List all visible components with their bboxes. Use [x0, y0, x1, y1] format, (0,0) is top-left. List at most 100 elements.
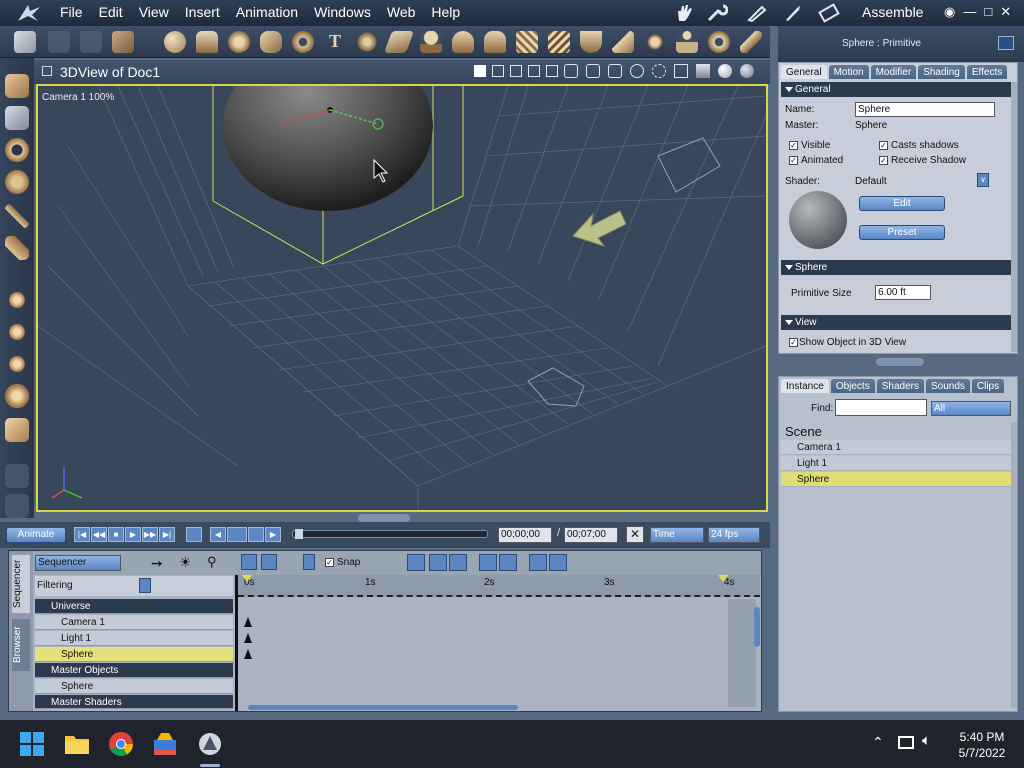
target-icon[interactable] [708, 31, 730, 53]
textured-sphere-icon[interactable] [740, 64, 754, 78]
scene-item-light-1[interactable]: Light 1 [781, 456, 1011, 471]
room-name[interactable]: Assemble [862, 4, 923, 20]
viewport-menu-icon[interactable] [42, 66, 52, 76]
zoom-icon[interactable]: ⚲ [207, 554, 217, 570]
shield-icon[interactable] [564, 64, 578, 78]
tree-icon[interactable] [420, 31, 442, 53]
scene-item-camera-1[interactable]: Camera 1 [781, 440, 1011, 455]
camera-orbit-icon[interactable] [630, 64, 644, 78]
end-marker[interactable] [718, 575, 728, 582]
particles-icon[interactable] [356, 31, 378, 53]
net-icon[interactable] [548, 31, 570, 53]
scene-item-sphere[interactable]: Sphere [781, 472, 1011, 487]
properties-scrollbar[interactable] [1011, 82, 1017, 352]
viewport-resize-handle[interactable] [358, 514, 410, 522]
eye-icon[interactable]: ◉ [944, 4, 955, 20]
quad-view-icon[interactable] [528, 65, 540, 77]
keyframe-camera[interactable] [244, 617, 252, 627]
start-marker[interactable] [242, 575, 252, 582]
tab-browser[interactable]: Browser [12, 619, 30, 671]
bowl-icon[interactable] [580, 31, 602, 53]
collapse-tracks-icon[interactable] [529, 554, 547, 571]
seq-row-camera-1[interactable]: Camera 1 [35, 615, 233, 630]
pointer-icon[interactable]: ➙ [151, 555, 163, 572]
magic-wand-icon[interactable] [14, 31, 36, 53]
text-tool-icon[interactable]: T [324, 31, 346, 53]
torus-icon[interactable] [292, 31, 314, 53]
store-icon[interactable] [151, 730, 179, 758]
panel-splitter-handle[interactable] [876, 358, 924, 366]
animate-button[interactable]: Animate [6, 527, 66, 543]
go-to-start-icon[interactable]: |◀ [74, 527, 90, 542]
file-explorer-icon[interactable] [63, 730, 91, 758]
tab-motion[interactable]: Motion [828, 65, 869, 79]
trackball-icon[interactable] [5, 384, 29, 408]
scale-icon[interactable] [5, 418, 29, 442]
chevron-up-icon[interactable]: ⌃ [872, 734, 884, 751]
time-ruler[interactable]: 0s 1s 2s 3s 4s [238, 575, 760, 597]
light-object[interactable] [572, 210, 627, 247]
menu-file[interactable]: File [52, 4, 91, 20]
smooth-sphere-icon[interactable] [718, 64, 732, 78]
wireframe-cube-icon[interactable] [674, 64, 688, 78]
scrub-thumb[interactable] [295, 529, 303, 539]
expand-tracks-icon[interactable] [549, 554, 567, 571]
scene-scrollbar[interactable] [1011, 422, 1017, 708]
split-view-icon[interactable] [492, 65, 504, 77]
brush-icon[interactable] [782, 3, 804, 23]
next-key-icon[interactable]: ▶ [265, 527, 281, 542]
animated-checkbox[interactable]: ✓ [789, 156, 798, 165]
pen-tool-icon[interactable] [5, 204, 29, 228]
tab-general[interactable]: General [781, 65, 827, 79]
tab-instance[interactable]: Instance [781, 379, 829, 393]
sequencer-mode-select[interactable]: Sequencer [35, 555, 121, 571]
fps-select[interactable]: 24 fps [708, 527, 760, 543]
cylinder-primitive-icon[interactable] [196, 31, 218, 53]
hand-icon[interactable] [674, 3, 696, 23]
name-field[interactable]: Sphere [855, 102, 995, 117]
sun-icon[interactable]: ☀ [179, 554, 192, 571]
seq-row-light-1[interactable]: Light 1 [35, 631, 233, 646]
sphere-section-header[interactable]: Sphere [781, 260, 1011, 275]
keyframe-light[interactable] [244, 633, 252, 643]
tab-clips[interactable]: Clips [971, 379, 1005, 393]
time-scrub-slider[interactable] [292, 529, 488, 539]
carrara-app-icon[interactable] [196, 730, 224, 758]
network-icon[interactable] [898, 736, 914, 749]
menu-windows[interactable]: Windows [306, 4, 379, 20]
track-area[interactable]: 0s 1s 2s 3s 4s [235, 575, 760, 711]
tab-effects[interactable]: Effects [966, 65, 1008, 79]
add-key-icon[interactable] [227, 527, 247, 542]
tab-shading[interactable]: Shading [918, 65, 965, 79]
volume-icon[interactable]: 🔈︎ [922, 732, 931, 749]
shader-preview[interactable] [789, 191, 847, 249]
chrome-icon[interactable] [107, 730, 135, 758]
curve-smooth-icon[interactable] [449, 554, 467, 571]
ease-in-icon[interactable] [479, 554, 497, 571]
system-clock[interactable]: 5:40 PM 5/7/2022 [950, 729, 1014, 761]
globe-icon[interactable] [228, 31, 250, 53]
rotate-icon[interactable] [5, 138, 29, 162]
ease-out-icon[interactable] [499, 554, 517, 571]
keyframe-sphere[interactable] [244, 649, 252, 659]
time-mode-select[interactable]: Time [650, 527, 704, 543]
preset-button[interactable]: Preset [859, 225, 945, 240]
seq-row-universe[interactable]: Universe [35, 599, 233, 614]
find-input[interactable] [835, 399, 927, 416]
primitive-size-field[interactable]: 6.00 ft [875, 285, 931, 300]
shader-dropdown-icon[interactable]: ∨ [977, 173, 989, 187]
tab-modifier[interactable]: Modifier [870, 65, 917, 79]
casts-shadows-checkbox[interactable]: ✓ [879, 141, 888, 150]
shield-wire-icon[interactable] [586, 64, 600, 78]
tab-sounds[interactable]: Sounds [925, 379, 970, 393]
hand-model-icon[interactable] [484, 31, 506, 53]
close-timeline-icon[interactable]: ✕ [626, 526, 644, 543]
spotlight-icon[interactable] [612, 31, 634, 53]
prev-key-icon[interactable]: ◀ [210, 527, 226, 542]
go-to-end-icon[interactable]: ▶| [159, 527, 175, 542]
minimize-icon[interactable]: — [963, 4, 976, 20]
curve-linear-icon[interactable] [407, 554, 425, 571]
menu-animation[interactable]: Animation [228, 4, 306, 20]
link-icon[interactable] [5, 236, 29, 260]
snap-checkbox[interactable]: ✓ [325, 558, 334, 567]
